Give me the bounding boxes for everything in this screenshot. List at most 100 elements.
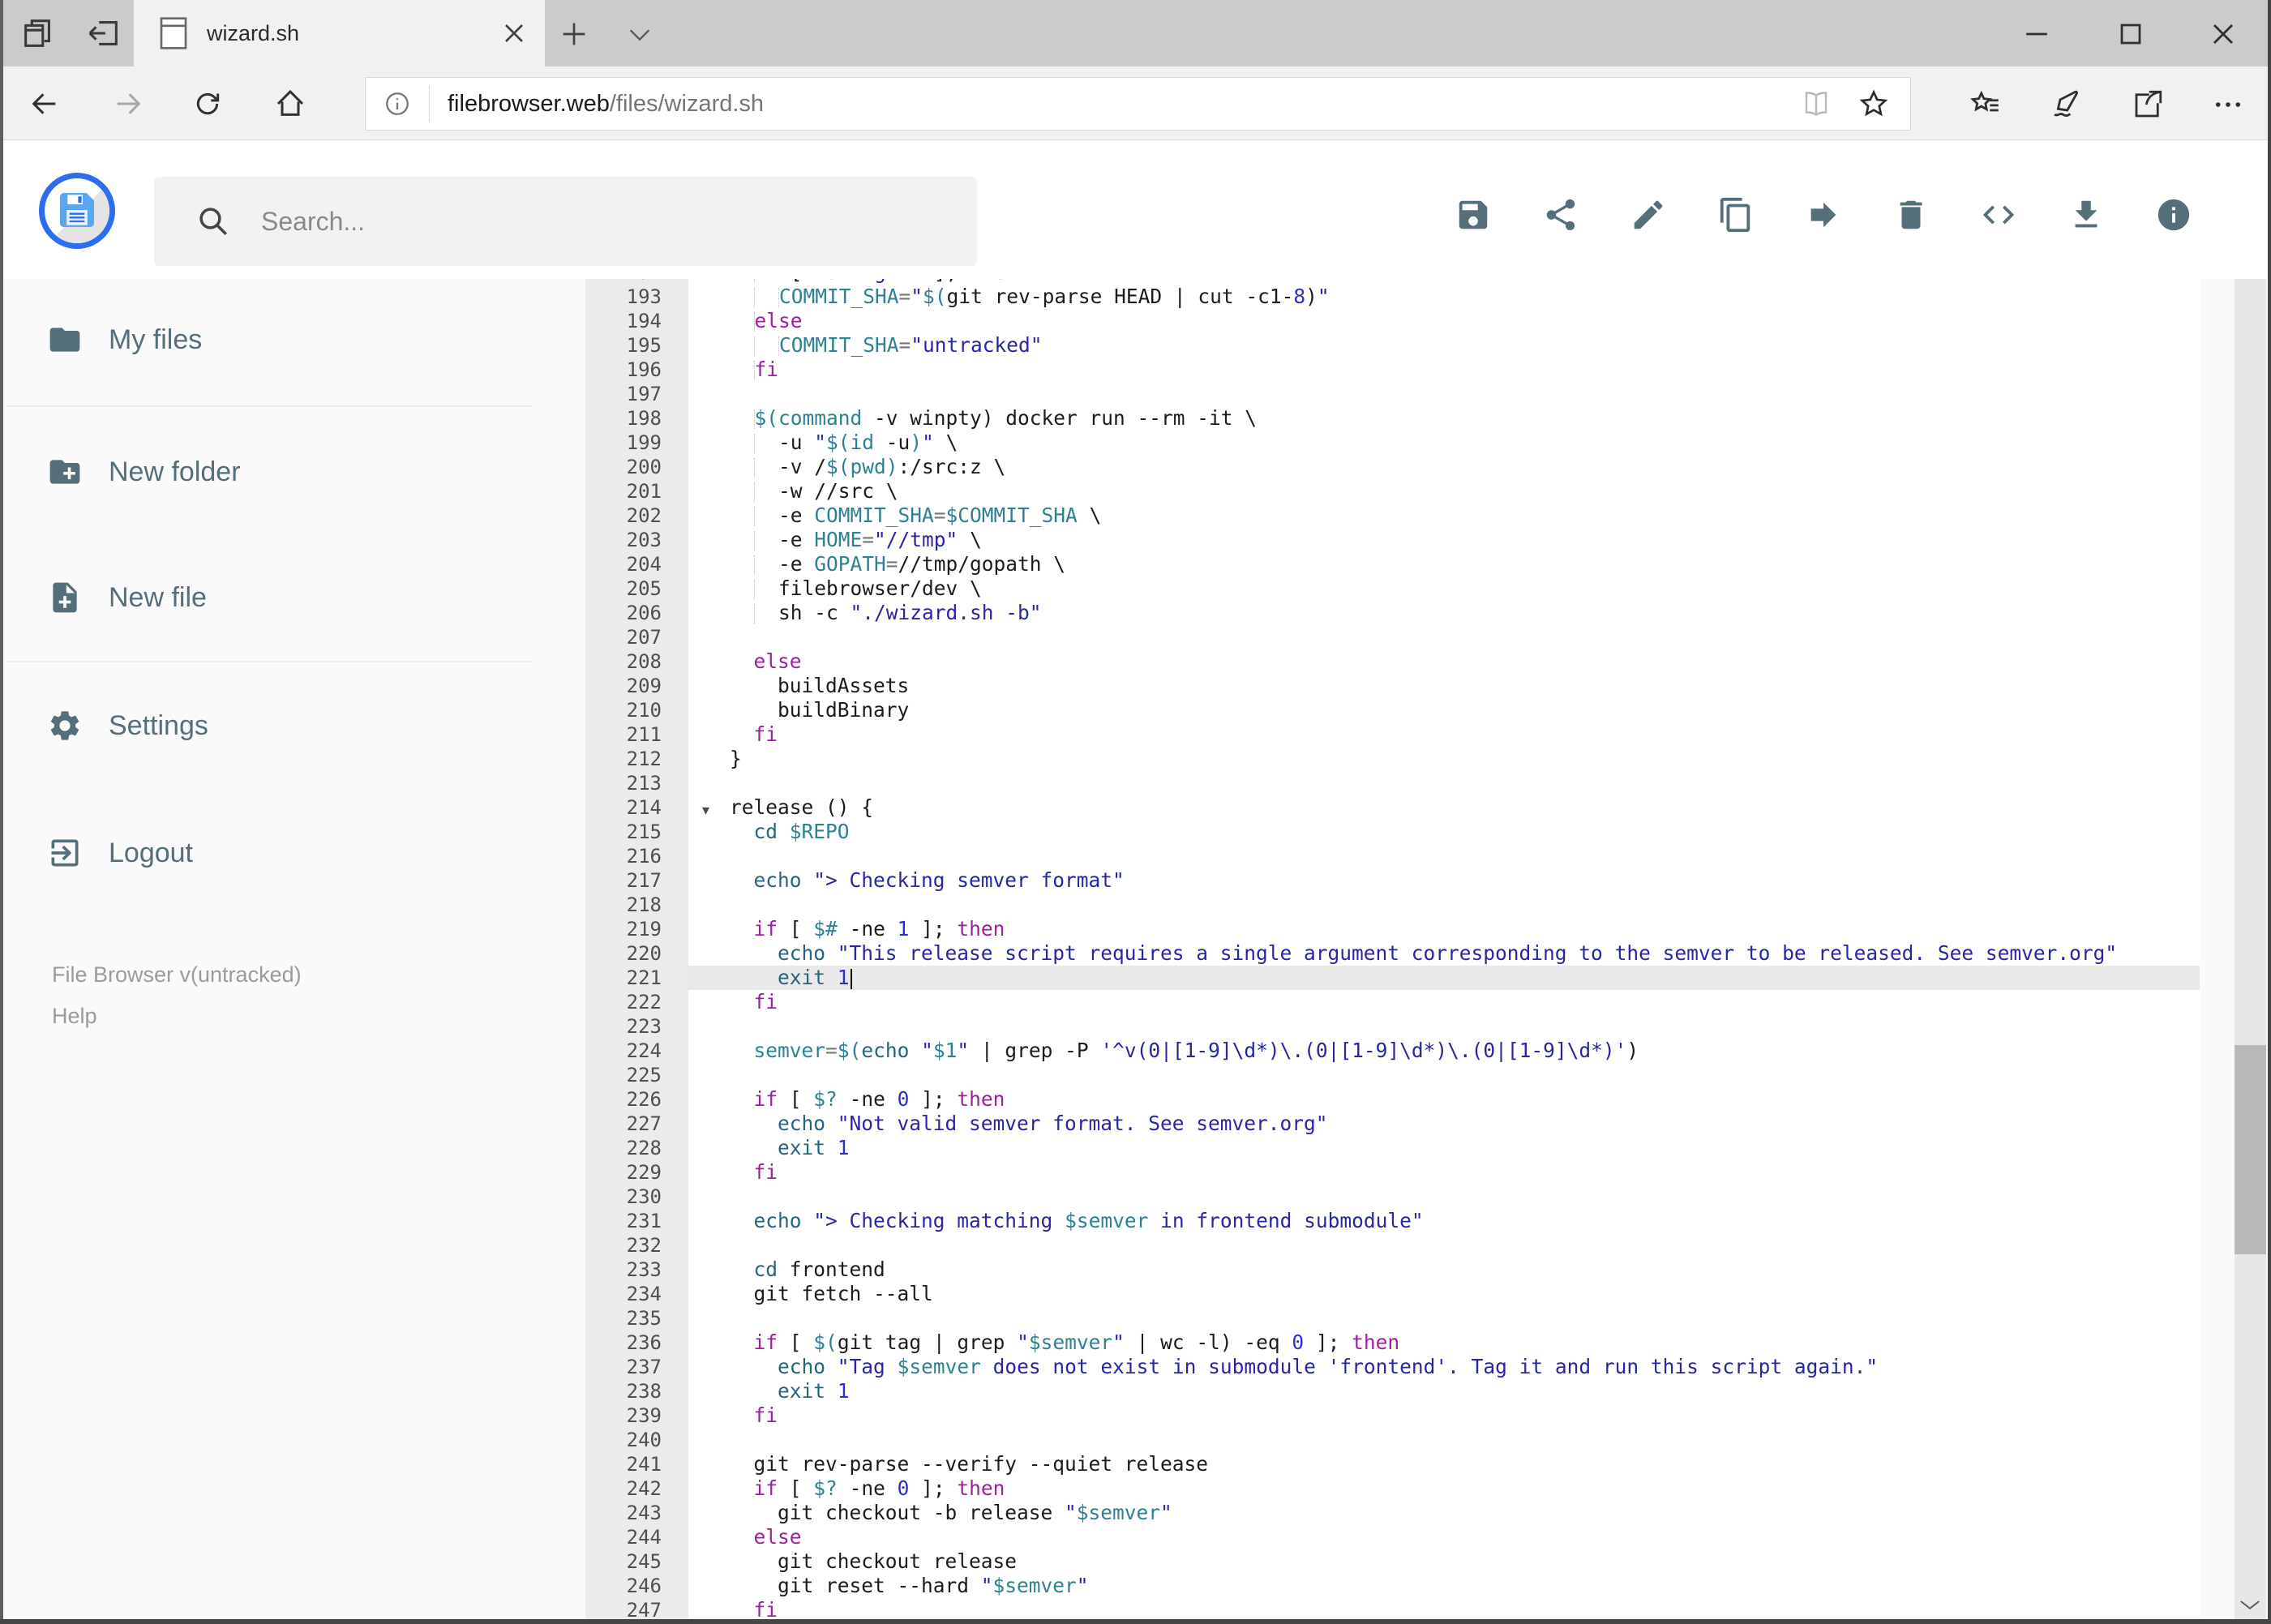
copy-button[interactable] (1714, 193, 1758, 237)
code-line[interactable]: 195 COMMIT_SHA="untracked" (585, 333, 2200, 358)
code-line[interactable]: 203 -e HOME="//tmp" \ (585, 528, 2200, 552)
code-line[interactable]: 224 semver=$(echo "$1" | grep -P '^v(0|[… (585, 1039, 2200, 1063)
code-line[interactable]: 228 exit 1 (585, 1136, 2200, 1160)
new-tab-button[interactable] (558, 18, 590, 50)
tab-close-icon[interactable] (498, 17, 530, 49)
code-line[interactable]: 207 (585, 625, 2200, 649)
code-line[interactable]: 243 git checkout -b release "$semver" (585, 1501, 2200, 1525)
set-tabs-aside-icon[interactable] (85, 15, 122, 52)
tab-list-chevron-icon[interactable] (626, 23, 653, 47)
code-line[interactable]: 201 -w //src \ (585, 479, 2200, 503)
move-button[interactable] (1802, 193, 1845, 237)
more-actions-icon[interactable] (2211, 88, 2245, 122)
code-line[interactable]: 217 echo "> Checking semver format" (585, 868, 2200, 893)
code-line[interactable]: 220 echo "This release script requires a… (585, 941, 2200, 966)
window-minimize-button[interactable] (2019, 16, 2055, 52)
filebrowser-logo[interactable] (39, 173, 115, 249)
help-link[interactable]: Help (52, 1004, 97, 1029)
tab-preview-icon[interactable] (19, 15, 57, 52)
refresh-icon[interactable] (191, 88, 224, 120)
site-info-icon[interactable] (383, 90, 411, 118)
code-line[interactable]: 227 echo "Not valid semver format. See s… (585, 1112, 2200, 1136)
code-line[interactable]: 216 (585, 844, 2200, 868)
code-line[interactable]: 211 fi (585, 722, 2200, 747)
code-line[interactable]: 197 (585, 382, 2200, 406)
window-maximize-button[interactable] (2113, 16, 2149, 52)
code-line[interactable]: 229 fi (585, 1160, 2200, 1185)
code-line[interactable]: 212} (585, 747, 2200, 771)
sidebar-item-new-file[interactable]: New file (0, 561, 535, 634)
sidebar-item-settings[interactable]: Settings (0, 689, 535, 762)
code-view-button[interactable] (1977, 193, 2020, 237)
code-line[interactable]: 196 fi (585, 358, 2200, 382)
back-icon[interactable] (28, 88, 61, 120)
code-line[interactable]: 213 (585, 771, 2200, 795)
code-line[interactable]: 235 (585, 1306, 2200, 1330)
favorites-hub-icon[interactable] (1969, 88, 2003, 122)
code-line[interactable]: 245 git checkout release (585, 1549, 2200, 1574)
info-button[interactable] (2152, 193, 2196, 237)
sidebar-item-my-files[interactable]: My files (0, 303, 535, 376)
code-line[interactable]: 223 (585, 1014, 2200, 1039)
forward-icon[interactable] (112, 88, 144, 120)
code-line[interactable]: 244 else (585, 1525, 2200, 1549)
home-icon[interactable] (274, 88, 306, 120)
code-line[interactable]: 242 if [ $? -ne 0 ]; then (585, 1476, 2200, 1501)
share-page-icon[interactable] (2131, 88, 2165, 122)
scrollbar-thumb[interactable] (2235, 1045, 2266, 1254)
reading-view-icon[interactable] (1802, 89, 1831, 118)
code-line[interactable]: 225 (585, 1063, 2200, 1087)
code-line[interactable]: 205 filebrowser/dev \ (585, 576, 2200, 601)
code-line[interactable]: 236 if [ $(git tag | grep "$semver" | wc… (585, 1330, 2200, 1355)
code-line[interactable]: 234 git fetch --all (585, 1282, 2200, 1306)
code-line[interactable]: 210 buildBinary (585, 698, 2200, 722)
code-line[interactable]: 206 sh -c "./wizard.sh -b" (585, 601, 2200, 625)
code-line[interactable]: 233 cd frontend (585, 1258, 2200, 1282)
web-note-pen-icon[interactable] (2049, 88, 2083, 122)
code-line[interactable]: 209 buildAssets (585, 674, 2200, 698)
code-line[interactable]: 231 echo "> Checking matching $semver in… (585, 1209, 2200, 1233)
sidebar-item-logout[interactable]: Logout (0, 816, 535, 889)
code-line[interactable]: 218 (585, 893, 2200, 917)
url-field[interactable]: filebrowser.web/files/wizard.sh (365, 77, 1911, 131)
code-line[interactable]: 198 $(command -v winpty) docker run --rm … (585, 406, 2200, 431)
code-line[interactable]: 230 (585, 1185, 2200, 1209)
download-button[interactable] (2064, 193, 2108, 237)
code-line[interactable]: 226 if [ $? -ne 0 ]; then (585, 1087, 2200, 1112)
code-line[interactable]: 239 fi (585, 1403, 2200, 1428)
code-line[interactable]: 246 git reset --hard "$semver" (585, 1574, 2200, 1598)
code-line[interactable]: 222 fi (585, 990, 2200, 1014)
code-line[interactable]: 192if [ -d ".git" ]; then (585, 279, 2200, 285)
code-line[interactable]: 215 cd $REPO (585, 820, 2200, 844)
share-button[interactable] (1539, 193, 1583, 237)
url-host: filebrowser.web (448, 90, 610, 117)
window-close-button[interactable] (2205, 16, 2241, 52)
browser-tab[interactable]: wizard.sh (134, 0, 545, 66)
code-line[interactable]: 241 git rev-parse --verify --quiet relea… (585, 1452, 2200, 1476)
code-line[interactable]: 238 exit 1 (585, 1379, 2200, 1403)
page-scrollbar[interactable] (2235, 140, 2266, 1624)
code-editor[interactable]: 192if [ -d ".git" ]; then193COMMIT_SHA="… (585, 279, 2200, 1624)
code-line[interactable]: 232 (585, 1233, 2200, 1258)
code-line[interactable]: 208 else (585, 649, 2200, 674)
code-line[interactable]: 240 (585, 1428, 2200, 1452)
code-line[interactable]: 214 ▾ release () { (585, 795, 2200, 820)
sidebar-item-new-folder[interactable]: New folder (0, 435, 535, 508)
search-input[interactable]: Search... (154, 177, 977, 266)
code-line[interactable]: 194 else (585, 309, 2200, 333)
code-line[interactable]: 193 COMMIT_SHA="$(git rev-parse HEAD | cu… (585, 285, 2200, 309)
scroll-down-icon[interactable] (2238, 1596, 2262, 1614)
favorite-star-icon[interactable] (1858, 88, 1889, 119)
edit-button[interactable] (1626, 193, 1670, 237)
code-line[interactable]: 237 echo "Tag $semver does not exist in … (585, 1355, 2200, 1379)
code-line[interactable]: 221 exit 1 (585, 966, 2200, 990)
code-line[interactable]: 200 -v /$(pwd):/src:z \ (585, 455, 2200, 479)
fold-arrow-icon[interactable]: ▾ (702, 798, 709, 822)
line-number: 221 (626, 966, 662, 989)
code-line[interactable]: 204 -e GOPATH=//tmp/gopath \ (585, 552, 2200, 576)
save-button[interactable] (1451, 193, 1495, 237)
code-line[interactable]: 219 if [ $# -ne 1 ]; then (585, 917, 2200, 941)
delete-button[interactable] (1889, 193, 1933, 237)
code-line[interactable]: 199 -u "$(id -u)" \ (585, 431, 2200, 455)
code-line[interactable]: 202 -e COMMIT_SHA=$COMMIT_SHA \ (585, 503, 2200, 528)
